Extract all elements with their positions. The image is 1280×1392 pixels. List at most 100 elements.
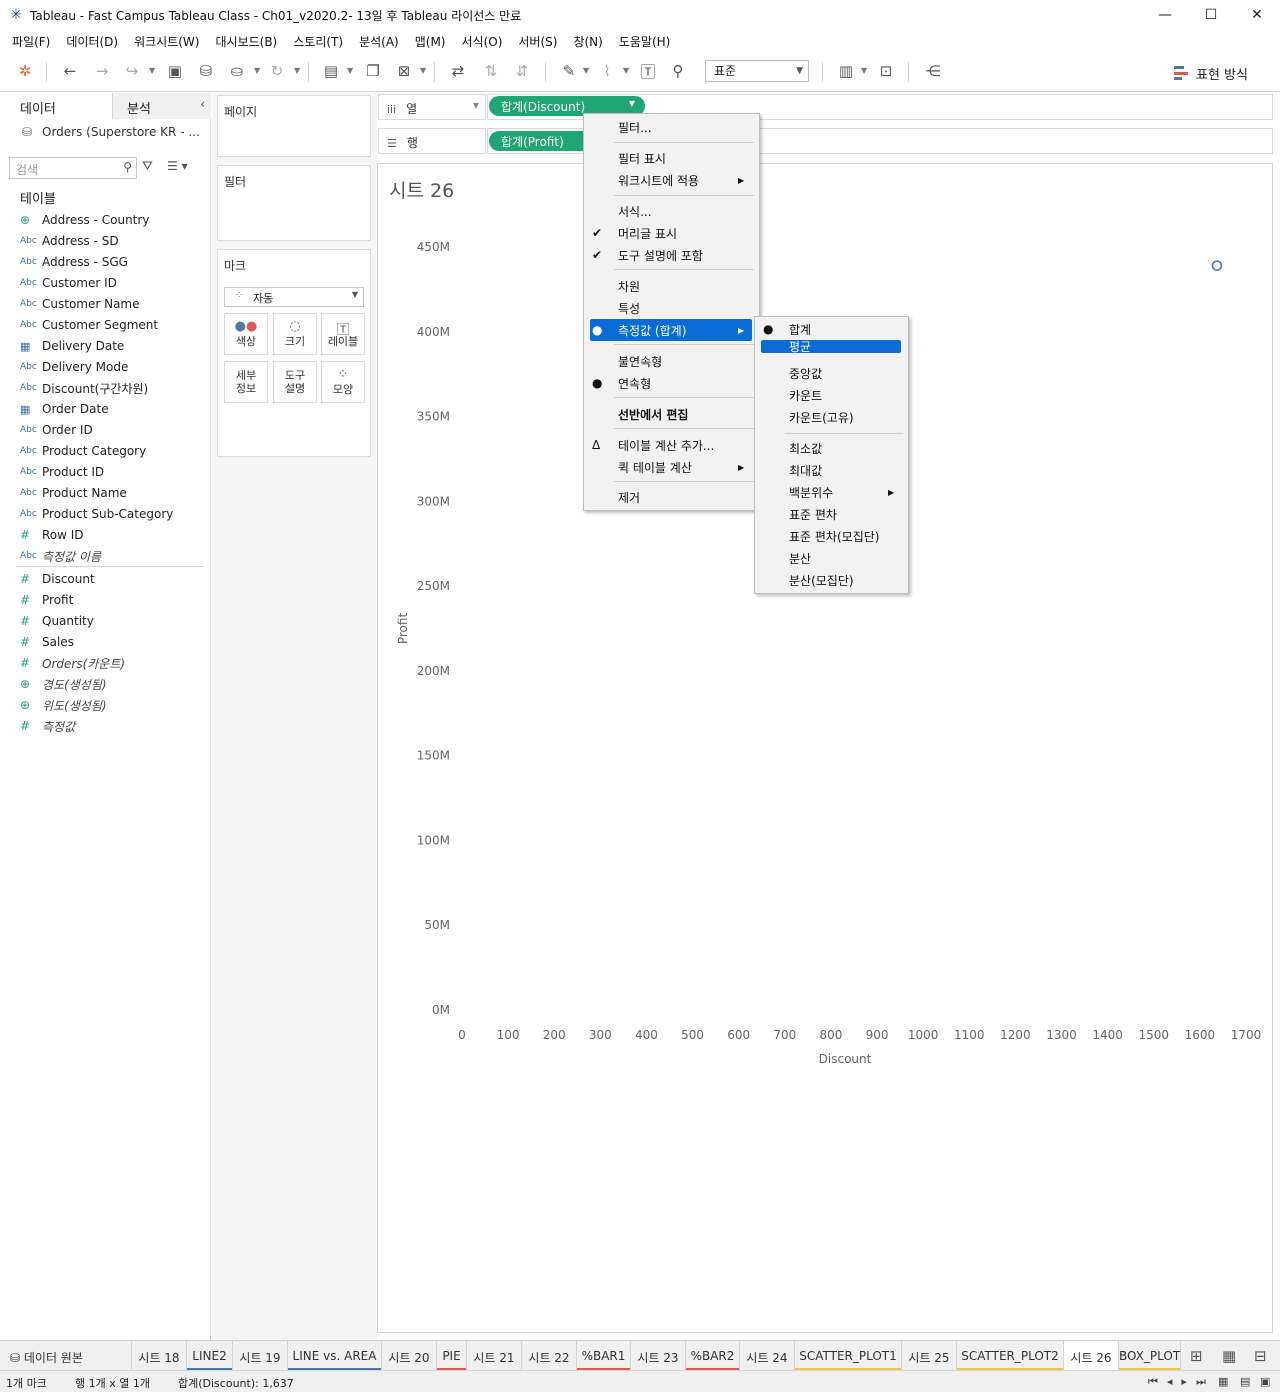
sheet-tab[interactable]: 시트 24 [740,1341,795,1371]
field-item[interactable]: ▦ Delivery Date [20,336,124,356]
scatter-point[interactable] [1211,260,1223,271]
sheet-tab[interactable]: %BAR2 [686,1341,740,1371]
minimize-button[interactable]: — [1142,0,1188,30]
share-icon[interactable]: ⋲ [922,60,944,82]
context-menu-item[interactable]: ● 연속형 [584,372,759,394]
submenu-item[interactable]: 최소값 [755,437,908,459]
menu-item[interactable]: 파일(F) [4,33,58,50]
sheet-tab[interactable]: PIE [437,1341,467,1371]
sheet-nav-icon[interactable]: ⏮◂▸⏭ [1148,1375,1215,1389]
field-item[interactable]: Abc Product Sub-Category [20,504,173,524]
sheet-tab[interactable]: 시트 26 [1064,1341,1119,1371]
new-worksheet-icon[interactable]: ⊞ [1190,1347,1203,1365]
field-item[interactable]: Abc Product Name [20,483,127,503]
sheet-tab[interactable]: LINE2 [187,1341,233,1371]
menu-item[interactable]: 대시보드(B) [207,33,285,50]
fit-select[interactable]: 표준 ▼ [705,60,809,82]
context-menu-item[interactable]: 특성 [584,297,759,319]
field-item[interactable]: Abc Discount(구간차원) [20,378,148,398]
pause-updates-icon[interactable]: ⛀ [226,60,248,82]
sheet-tab[interactable]: 시트 20 [382,1341,437,1371]
tab-analysis[interactable]: 분석 ‹ [112,93,211,119]
context-menu-item[interactable]: ● 측정값 (합계) ▶ [590,319,752,341]
submenu-item[interactable]: 백분위수 ▶ [755,481,908,503]
context-menu-item[interactable]: 서식... [584,200,759,222]
submenu-item[interactable]: 최대값 [755,459,908,481]
field-item[interactable]: Abc Order ID [20,420,93,440]
field-item[interactable]: # Profit [20,590,73,610]
field-item[interactable]: ▦ Order Date [20,399,109,419]
shape-button[interactable]: ⁘ 모양 [321,361,365,403]
search-input[interactable]: 검색 ⚲ [9,157,137,179]
field-item[interactable]: ⊕ 위도(생성됨) [20,695,107,715]
tab-data[interactable]: 데이터 [0,93,112,119]
sheet-tab[interactable]: 시트 19 [233,1341,288,1371]
field-item[interactable]: # Sales [20,632,74,652]
menu-item[interactable]: 서식(O) [454,33,511,50]
submenu-item[interactable]: 표준 편차(모집단) [755,525,908,547]
context-menu-item[interactable]: ✔ 도구 설명에 포함 [584,244,759,266]
cards-icon[interactable]: ▥ [835,60,857,82]
sheet-tab[interactable]: SCATTER_PLOT2 [957,1341,1064,1371]
pages-card[interactable]: 페이지 [217,95,371,157]
submenu-item[interactable]: 중앙값 [755,362,908,384]
submenu-item[interactable]: 평균 [761,340,901,354]
group-icon[interactable]: ⌇ [596,60,618,82]
submenu-item[interactable]: 표준 편차 [755,503,908,525]
sheet-tab[interactable]: BOX_PLOT [1119,1341,1181,1371]
pin-icon[interactable]: ⚲ [667,60,689,82]
marks-type-select[interactable]: ⁘ 자동 ▼ [224,287,364,307]
size-button[interactable]: ◌ 크기 [273,313,317,355]
field-item[interactable]: Abc Address - SGG [20,252,128,272]
new-story-icon[interactable]: ⊟ [1254,1347,1267,1365]
datasource-item[interactable]: ⛁ Orders (Superstore KR - ... [22,125,200,139]
context-menu-item[interactable]: 워크시트에 적용 ▶ [584,169,759,191]
field-item[interactable]: Abc Product Category [20,441,146,461]
field-item[interactable]: Abc 측정값 이름 [20,546,101,566]
menu-item[interactable]: 스토리(T) [285,33,351,50]
sheet-tab[interactable]: LINE vs. AREA [288,1341,382,1371]
field-item[interactable]: Abc Delivery Mode [20,357,128,377]
context-menu-item[interactable]: 차원 [584,275,759,297]
sheet-tab[interactable]: SCATTER_PLOT1 [795,1341,902,1371]
tableau-logo-icon[interactable]: ✲ [14,60,36,82]
submenu-item[interactable]: 분산(모집단) [755,569,908,591]
sheet-tab[interactable]: 시트 25 [902,1341,957,1371]
duplicate-icon[interactable]: ❐ [362,60,384,82]
sheet-tab[interactable]: 시트 22 [522,1341,577,1371]
menu-item[interactable]: 도움말(H) [611,33,679,50]
field-item[interactable]: ⊕ Address - Country [20,210,149,230]
filter-icon[interactable]: ⛛ [142,159,153,174]
redo-icon[interactable]: → [91,60,113,82]
field-item[interactable]: Abc Customer Segment [20,315,158,335]
menu-item[interactable]: 워크시트(W) [126,33,207,50]
highlight-icon[interactable]: ✎ [558,60,580,82]
close-button[interactable]: ✕ [1234,0,1280,30]
submenu-item[interactable]: 분산 [755,547,908,569]
field-item[interactable]: # Orders(카운트) [20,653,125,673]
field-item[interactable]: Abc Customer ID [20,273,117,293]
label-icon[interactable]: 🅃 [637,60,659,82]
field-item[interactable]: Abc Product ID [20,462,104,482]
context-menu-item[interactable]: ✔ 머리글 표시 [584,222,759,244]
refresh-icon[interactable]: ↻ [266,60,288,82]
new-datasource-icon[interactable]: ⛁ [195,60,217,82]
view-list-icon[interactable]: ☰ ▾ [167,159,188,173]
context-menu-item[interactable]: 불연속형 [584,350,759,372]
sheet-tab[interactable]: %BAR1 [577,1341,631,1371]
menu-item[interactable]: 데이터(D) [58,33,126,50]
context-menu-item[interactable]: 제거 [584,486,759,508]
menu-item[interactable]: 서버(S) [510,33,565,50]
field-item[interactable]: Abc Customer Name [20,294,140,314]
context-menu-item[interactable]: Δ 테이블 계산 추가... [584,434,759,456]
swap-icon[interactable]: ⇄ [447,60,469,82]
new-dashboard-icon[interactable]: ▦ [1222,1347,1236,1365]
submenu-item[interactable]: 카운트 [755,384,908,406]
maximize-button[interactable]: ☐ [1188,0,1234,30]
sheet-tab[interactable]: 시트 21 [467,1341,522,1371]
field-item[interactable]: # 측정값 [20,716,75,736]
menu-item[interactable]: 분석(A) [351,33,407,50]
field-item[interactable]: ⊕ 경도(생성됨) [20,674,107,694]
context-menu-item[interactable]: 선반에서 편집 [584,403,759,425]
context-menu-item[interactable]: 퀵 테이블 계산 ▶ [584,456,759,478]
